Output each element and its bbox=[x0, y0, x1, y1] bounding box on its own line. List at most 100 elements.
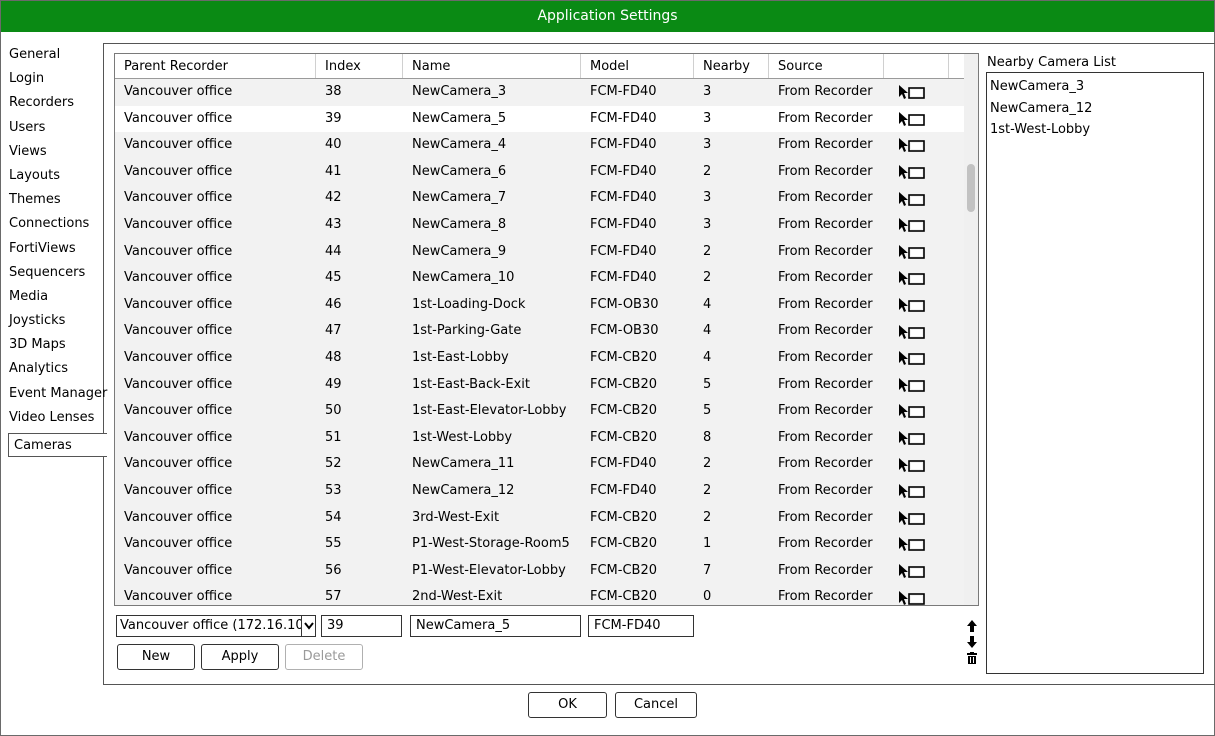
list-item[interactable]: NewCamera_3 bbox=[989, 76, 1201, 98]
apply-button[interactable]: Apply bbox=[201, 644, 279, 670]
nav-item-fortiviews[interactable]: FortiViews bbox=[6, 237, 106, 261]
cursor-camera-icon[interactable] bbox=[898, 428, 942, 448]
nav-item-cameras[interactable]: Cameras bbox=[8, 433, 107, 458]
grid-scrollbar-thumb[interactable] bbox=[967, 164, 975, 212]
column-header[interactable]: Model bbox=[581, 54, 694, 78]
cursor-camera-icon[interactable] bbox=[898, 162, 942, 182]
delete-button[interactable]: Delete bbox=[285, 644, 363, 670]
table-row[interactable]: Vancouver office 48 1st-East-Lobby FCM-CB20… bbox=[115, 344, 964, 372]
cursor-camera-icon[interactable] bbox=[898, 109, 942, 129]
cursor-camera-icon[interactable] bbox=[898, 268, 942, 288]
cursor-camera-icon[interactable] bbox=[898, 215, 942, 235]
table-row[interactable]: Vancouver office 39 NewCamera_5 FCM-FD40 3 Fr… bbox=[115, 105, 964, 133]
cursor-camera-icon[interactable] bbox=[898, 135, 942, 155]
trash-icon[interactable] bbox=[965, 650, 979, 666]
table-row[interactable]: Vancouver office 54 3rd-West-Exit FCM-CB20 2… bbox=[115, 504, 964, 532]
table-row[interactable]: Vancouver office 53 NewCamera_12 FCM-FD40 2 F… bbox=[115, 477, 964, 505]
table-cell: Vancouver office bbox=[124, 509, 233, 525]
cursor-camera-icon[interactable] bbox=[898, 534, 942, 554]
table-cell: Vancouver office bbox=[124, 589, 233, 605]
ok-button[interactable]: OK bbox=[528, 692, 607, 718]
cursor-camera-icon[interactable] bbox=[898, 588, 942, 605]
new-button[interactable]: New bbox=[117, 644, 195, 670]
table-row[interactable]: Vancouver office 47 1st-Parking-Gate FCM-OB… bbox=[115, 318, 964, 345]
cursor-camera-icon[interactable] bbox=[898, 508, 942, 528]
row-action-cell bbox=[884, 106, 949, 133]
table-row[interactable]: Vancouver office 46 1st-Loading-Dock FCM-OB… bbox=[115, 291, 964, 319]
cursor-camera-icon[interactable] bbox=[898, 295, 942, 315]
nearby-list-title: Nearby Camera List bbox=[987, 55, 1116, 70]
name-field[interactable]: NewCamera_5 bbox=[410, 615, 581, 637]
column-header[interactable]: Name bbox=[403, 54, 581, 78]
table-row[interactable]: Vancouver office 40 NewCamera_4 FCM-FD40 3 Fr… bbox=[115, 132, 964, 159]
row-action-cell bbox=[884, 531, 949, 558]
nav-item-general[interactable]: General bbox=[6, 43, 106, 67]
chevron-down-icon[interactable] bbox=[301, 616, 315, 636]
cursor-camera-icon[interactable] bbox=[898, 348, 942, 368]
table-row[interactable]: Vancouver office 42 NewCamera_7 FCM-FD40 3 Fr… bbox=[115, 185, 964, 212]
column-header[interactable]: Nearby bbox=[694, 54, 769, 78]
nav-item-layouts[interactable]: Layouts bbox=[6, 164, 106, 188]
table-cell: 1st-East-Back-Exit bbox=[412, 376, 530, 392]
table-row[interactable]: Vancouver office 45 NewCamera_10 FCM-FD40 2 F… bbox=[115, 265, 964, 292]
cancel-button[interactable]: Cancel bbox=[615, 692, 697, 718]
nav-item-joysticks[interactable]: Joysticks bbox=[6, 309, 106, 333]
index-field[interactable]: 39 bbox=[321, 615, 402, 637]
nav-item-analytics[interactable]: Analytics bbox=[6, 357, 106, 381]
table-cell: FCM-FD40 bbox=[590, 110, 657, 126]
cursor-camera-icon[interactable] bbox=[898, 401, 942, 421]
table-row[interactable]: Vancouver office 57 2nd-West-Exit FCM-CB20 0… bbox=[115, 584, 964, 605]
nearby-camera-list[interactable]: NewCamera_3 NewCamera_12 1st-West-Lobby bbox=[986, 72, 1204, 674]
table-cell: From Recorder bbox=[778, 456, 873, 472]
cursor-camera-icon[interactable] bbox=[898, 242, 942, 262]
nav-item-views[interactable]: Views bbox=[6, 140, 106, 164]
table-row[interactable]: Vancouver office 56 P1-West-Elevator-Lobby… bbox=[115, 557, 964, 585]
table-cell: FCM-CB20 bbox=[590, 589, 657, 605]
table-cell: 50 bbox=[325, 403, 342, 419]
cursor-camera-icon[interactable] bbox=[898, 189, 942, 209]
cursor-camera-icon[interactable] bbox=[898, 82, 942, 102]
nav-item-video-lenses[interactable]: Video Lenses bbox=[6, 406, 106, 430]
table-row[interactable]: Vancouver office 44 NewCamera_9 FCM-FD40 2 Fr… bbox=[115, 238, 964, 266]
table-row[interactable]: Vancouver office 52 NewCamera_11 FCM-FD40 2 F… bbox=[115, 451, 964, 478]
column-header[interactable]: Parent Recorder bbox=[115, 54, 316, 78]
list-item[interactable]: NewCamera_12 bbox=[989, 98, 1201, 120]
table-row[interactable]: Vancouver office 38 NewCamera_3 FCM-FD40 3 Fr… bbox=[115, 79, 964, 106]
cursor-camera-icon[interactable] bbox=[898, 481, 942, 501]
list-item[interactable]: 1st-West-Lobby bbox=[989, 119, 1201, 141]
table-row[interactable]: Vancouver office 41 NewCamera_6 FCM-FD40 2 Fr… bbox=[115, 158, 964, 186]
cursor-camera-icon[interactable] bbox=[898, 455, 942, 475]
nav-item-3d-maps[interactable]: 3D Maps bbox=[6, 333, 106, 357]
nav-item-users[interactable]: Users bbox=[6, 116, 106, 140]
nav-item-sequencers[interactable]: Sequencers bbox=[6, 261, 106, 285]
nav-item-recorders[interactable]: Recorders bbox=[6, 91, 106, 115]
table-row[interactable]: Vancouver office 49 1st-East-Back-Exit FCM-… bbox=[115, 371, 964, 399]
grid-scrollbar[interactable] bbox=[964, 54, 978, 605]
recorder-select[interactable]: Vancouver office (172.16.10 bbox=[116, 615, 316, 637]
cursor-camera-icon[interactable] bbox=[898, 322, 942, 342]
model-field[interactable]: FCM-FD40 bbox=[588, 615, 694, 637]
cursor-camera-icon[interactable] bbox=[898, 375, 942, 395]
table-cell: 3 bbox=[703, 110, 712, 126]
table-cell: Vancouver office bbox=[124, 243, 233, 259]
table-row[interactable]: Vancouver office 50 1st-East-Elevator-Lobb… bbox=[115, 398, 964, 425]
table-cell: From Recorder bbox=[778, 137, 873, 153]
table-row[interactable]: Vancouver office 55 P1-West-Storage-Room5 F… bbox=[115, 531, 964, 558]
table-row[interactable]: Vancouver office 43 NewCamera_8 FCM-FD40 3 Fr… bbox=[115, 211, 964, 239]
move-up-icon[interactable] bbox=[965, 618, 979, 634]
column-header[interactable]: Index bbox=[316, 54, 403, 78]
table-cell: From Recorder bbox=[778, 429, 873, 445]
cursor-camera-icon[interactable] bbox=[898, 561, 942, 581]
nav-item-connections[interactable]: Connections bbox=[6, 212, 106, 236]
nav-item-media[interactable]: Media bbox=[6, 285, 106, 309]
nav-item-event-manager[interactable]: Event Manager bbox=[6, 382, 107, 406]
nav-item-login[interactable]: Login bbox=[6, 67, 106, 91]
table-cell: 1 bbox=[703, 536, 712, 552]
nav-item-themes[interactable]: Themes bbox=[6, 188, 106, 212]
column-header[interactable]: Source bbox=[769, 54, 884, 78]
move-down-icon[interactable] bbox=[965, 634, 979, 650]
column-header[interactable] bbox=[884, 54, 949, 78]
table-cell: Vancouver office bbox=[124, 84, 233, 99]
table-cell: 43 bbox=[325, 216, 342, 232]
table-row[interactable]: Vancouver office 51 1st-West-Lobby FCM-CB20… bbox=[115, 424, 964, 452]
